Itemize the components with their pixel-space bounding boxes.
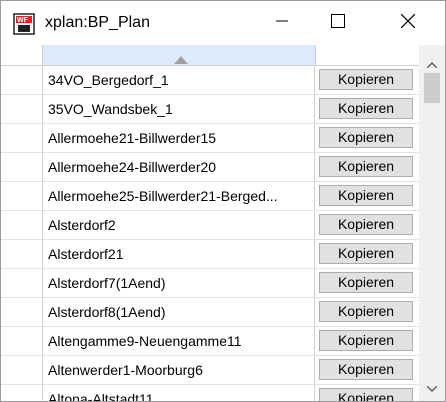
row-header[interactable]	[1, 66, 43, 94]
row-header[interactable]	[1, 356, 43, 384]
grid-rows: 34VO_Bergedorf_1 Kopieren 35VO_Wandsbek_1 K…	[1, 66, 419, 401]
app-logo-icon: WF	[13, 13, 35, 35]
window-title: xplan:BP_Plan	[45, 14, 150, 31]
vertical-scrollbar[interactable]	[419, 45, 445, 401]
plan-name-cell[interactable]: Allermoehe24-Billwerder20	[48, 153, 315, 181]
row-header[interactable]	[1, 298, 43, 326]
plan-name-cell[interactable]: Allermoehe25-Billwerder21-Berged...	[48, 182, 315, 210]
plan-name-cell[interactable]: Alsterdorf8(1Aend)	[48, 298, 315, 326]
copy-button[interactable]: Kopieren	[319, 214, 413, 235]
minimize-icon	[276, 14, 288, 32]
table-row[interactable]: Allermoehe25-Billwerder21-Berged... Kopie…	[1, 182, 419, 211]
plan-name-cell[interactable]: Altona-Altstadt11	[48, 385, 315, 401]
row-header[interactable]	[1, 211, 43, 239]
copy-button[interactable]: Kopieren	[319, 69, 413, 90]
plan-name-cell[interactable]: 35VO_Wandsbek_1	[48, 95, 315, 123]
maximize-icon	[331, 13, 345, 33]
table-row[interactable]: Altengamme9-Neuengamme11 Kopieren	[1, 327, 419, 356]
plan-name-cell[interactable]: Altengamme9-Neuengamme11	[48, 327, 315, 355]
row-header[interactable]	[1, 327, 43, 355]
data-grid: 34VO_Bergedorf_1 Kopieren 35VO_Wandsbek_1 K…	[1, 45, 419, 401]
column-header-action[interactable]	[316, 45, 419, 65]
scroll-down-icon[interactable]	[426, 379, 438, 397]
scroll-up-icon[interactable]	[426, 55, 438, 73]
close-button[interactable]	[385, 1, 431, 45]
copy-button[interactable]: Kopieren	[319, 185, 413, 206]
plan-name-cell[interactable]: Alsterdorf2	[48, 211, 315, 239]
plan-name-cell[interactable]: 34VO_Bergedorf_1	[48, 66, 315, 94]
column-header-name[interactable]	[43, 45, 316, 65]
plan-name-cell[interactable]: Altenwerder1-Moorburg6	[48, 356, 315, 384]
copy-button[interactable]: Kopieren	[319, 156, 413, 177]
copy-button[interactable]: Kopieren	[319, 301, 413, 322]
table-row[interactable]: 35VO_Wandsbek_1 Kopieren	[1, 95, 419, 124]
table-row[interactable]: Alsterdorf21 Kopieren	[1, 240, 419, 269]
copy-button[interactable]: Kopieren	[319, 388, 413, 401]
header-corner[interactable]	[1, 45, 43, 65]
row-header[interactable]	[1, 124, 43, 152]
svg-text:WF: WF	[17, 17, 29, 24]
copy-button[interactable]: Kopieren	[319, 359, 413, 380]
copy-button[interactable]: Kopieren	[319, 243, 413, 264]
grid-header	[1, 45, 419, 66]
row-header[interactable]	[1, 385, 43, 401]
row-header[interactable]	[1, 269, 43, 297]
row-header[interactable]	[1, 240, 43, 268]
title-bar[interactable]: WF xplan:BP_Plan	[1, 1, 445, 45]
copy-button[interactable]: Kopieren	[319, 98, 413, 119]
plan-name-cell[interactable]: Alsterdorf7(1Aend)	[48, 269, 315, 297]
close-icon	[400, 13, 416, 33]
app-window: WF xplan:BP_Plan 34VO_Bergedorf_1 Kopier…	[0, 0, 446, 402]
table-row[interactable]: Alsterdorf2 Kopieren	[1, 211, 419, 240]
row-header[interactable]	[1, 182, 43, 210]
table-row[interactable]: Altona-Altstadt11 Kopieren	[1, 385, 419, 401]
copy-button[interactable]: Kopieren	[319, 127, 413, 148]
row-header[interactable]	[1, 153, 43, 181]
table-row[interactable]: Allermoehe24-Billwerder20 Kopieren	[1, 153, 419, 182]
scrollbar-thumb[interactable]	[424, 73, 440, 103]
table-row[interactable]: Allermoehe21-Billwerder15 Kopieren	[1, 124, 419, 153]
row-header[interactable]	[1, 95, 43, 123]
maximize-button[interactable]	[315, 1, 361, 45]
copy-button[interactable]: Kopieren	[319, 330, 413, 351]
minimize-button[interactable]	[259, 1, 305, 45]
plan-name-cell[interactable]: Alsterdorf21	[48, 240, 315, 268]
table-row[interactable]: 34VO_Bergedorf_1 Kopieren	[1, 66, 419, 95]
table-row[interactable]: Altenwerder1-Moorburg6 Kopieren	[1, 356, 419, 385]
plan-name-cell[interactable]: Allermoehe21-Billwerder15	[48, 124, 315, 152]
table-row[interactable]: Alsterdorf7(1Aend) Kopieren	[1, 269, 419, 298]
copy-button[interactable]: Kopieren	[319, 272, 413, 293]
table-row[interactable]: Alsterdorf8(1Aend) Kopieren	[1, 298, 419, 327]
